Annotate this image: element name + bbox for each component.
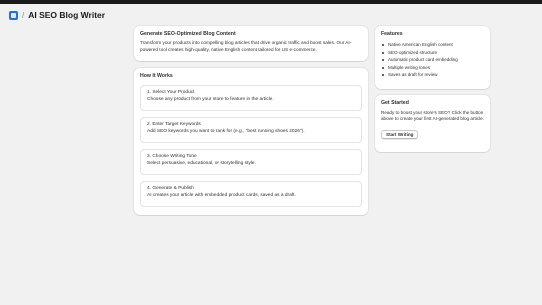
how-it-works-heading: How It Works bbox=[140, 73, 173, 79]
get-started-card: Get Started Ready to boost your store's … bbox=[375, 95, 490, 152]
app-icon[interactable] bbox=[9, 10, 18, 20]
step-description: AI creates your article with embedded pr… bbox=[147, 192, 296, 198]
feature-item: Automatic product card embedding bbox=[381, 56, 484, 64]
step-title: 3. Choose Writing Tone bbox=[147, 154, 197, 159]
how-it-works-card: How It Works 1. Select Your Product Choo… bbox=[134, 68, 368, 215]
step-title: 2. Enter Target Keywords bbox=[147, 122, 201, 127]
step-card-4: 4. Generate & Publish AI creates your ar… bbox=[140, 181, 362, 207]
feature-item: Native American English content bbox=[381, 41, 484, 49]
features-list: Native American English content SEO-opti… bbox=[381, 41, 484, 79]
features-card: Features Native American English content… bbox=[375, 26, 490, 89]
breadcrumb-separator: / bbox=[22, 10, 25, 20]
step-card-1: 1. Select Your Product Choose any produc… bbox=[140, 85, 362, 111]
start-writing-button[interactable]: Start Writing bbox=[381, 129, 419, 139]
intro-description: Transform your products into compelling … bbox=[140, 40, 352, 52]
page-header: / AI SEO Blog Writer bbox=[9, 9, 105, 21]
step-description: Add SEO keywords you want to rank for (e… bbox=[147, 128, 305, 134]
page-title: AI SEO Blog Writer bbox=[28, 10, 106, 20]
step-description: Choose any product from your store to fe… bbox=[147, 96, 274, 102]
intro-card: Generate SEO-Optimized Blog Content Tran… bbox=[134, 26, 368, 61]
top-bar bbox=[0, 0, 542, 4]
step-title: 1. Select Your Product bbox=[147, 90, 195, 95]
step-description: Select persuasive, educational, or story… bbox=[147, 160, 256, 166]
intro-heading: Generate SEO-Optimized Blog Content bbox=[140, 31, 236, 37]
feature-item: Saves as draft for review bbox=[381, 71, 484, 79]
step-title: 4. Generate & Publish bbox=[147, 186, 194, 191]
get-started-heading: Get Started bbox=[381, 100, 409, 106]
feature-item: Multiple writing tones bbox=[381, 64, 484, 72]
get-started-description: Ready to boost your store's SEO? Click t… bbox=[381, 110, 484, 122]
step-card-2: 2. Enter Target Keywords Add SEO keyword… bbox=[140, 117, 362, 143]
step-card-3: 3. Choose Writing Tone Select persuasive… bbox=[140, 149, 362, 175]
features-heading: Features bbox=[381, 31, 403, 37]
feature-item: SEO-optimized structure bbox=[381, 49, 484, 57]
